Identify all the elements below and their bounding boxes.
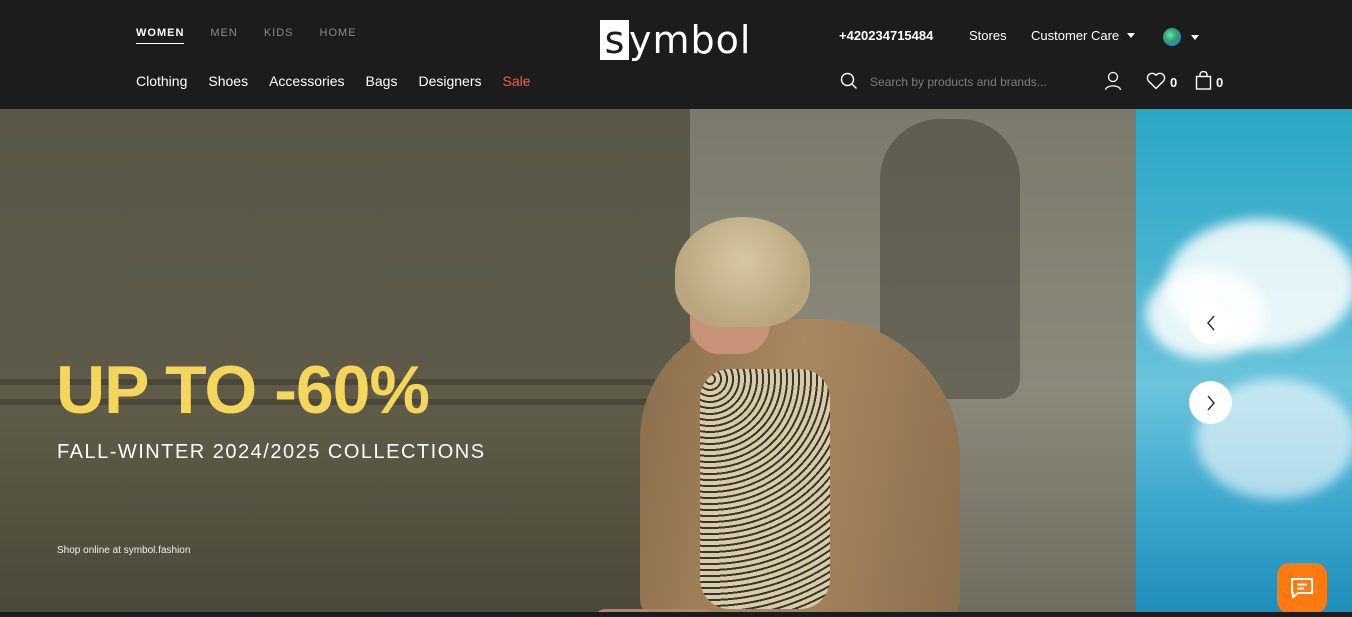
nav-bags[interactable]: Bags [366, 73, 398, 89]
site-header: WOMEN MEN KIDS HOME Clothing Shoes Acces… [0, 0, 1352, 109]
bag-count: 0 [1216, 75, 1224, 90]
logo-box-letter: s [600, 20, 629, 60]
tab-men[interactable]: MEN [210, 27, 237, 44]
search-input[interactable] [870, 72, 1080, 92]
carousel-prev-button[interactable] [1189, 301, 1232, 344]
customer-care-menu[interactable]: Customer Care [1031, 28, 1136, 43]
logo-text: ymbol [629, 18, 752, 62]
chat-button[interactable] [1277, 563, 1327, 613]
heart-icon [1146, 72, 1166, 89]
nav-sale[interactable]: Sale [503, 73, 531, 89]
gender-tabs: WOMEN MEN KIDS HOME [136, 27, 357, 44]
stores-link[interactable]: Stores [969, 28, 1007, 43]
wishlist-button[interactable]: 0 [1146, 71, 1177, 90]
chevron-down-icon [1127, 33, 1136, 38]
tab-women[interactable]: WOMEN [136, 27, 185, 44]
page-bottom-strip [0, 612, 1352, 617]
chevron-down-icon [1191, 34, 1199, 40]
globe-icon [1163, 28, 1181, 46]
tab-kids[interactable]: KIDS [264, 27, 294, 44]
phone-link[interactable]: +420234715484 [839, 28, 933, 43]
nav-shoes[interactable]: Shoes [208, 73, 248, 89]
chevron-left-icon [1206, 315, 1215, 330]
language-selector[interactable] [1163, 28, 1199, 46]
search-icon[interactable] [840, 72, 858, 90]
next-slide-preview[interactable] [1136, 109, 1352, 612]
hero-model-hat [675, 217, 810, 327]
category-nav: Clothing Shoes Accessories Bags Designer… [136, 73, 531, 89]
account-button[interactable] [1104, 71, 1122, 91]
hero-note: Shop online at symbol.fashion [57, 545, 191, 556]
user-icon [1104, 71, 1122, 91]
chat-icon [1291, 578, 1313, 598]
site-logo[interactable]: s ymbol [600, 20, 751, 60]
shopping-bag-icon [1195, 71, 1212, 90]
hero-banner[interactable]: UP TO -60% FALL-WINTER 2024/2025 COLLECT… [0, 109, 1136, 612]
hero-subtitle: FALL-WINTER 2024/2025 COLLECTIONS [57, 441, 486, 463]
nav-designers[interactable]: Designers [418, 73, 481, 89]
wishlist-count: 0 [1170, 75, 1178, 90]
bag-button[interactable]: 0 [1195, 71, 1223, 90]
nav-accessories[interactable]: Accessories [269, 73, 344, 89]
nav-clothing[interactable]: Clothing [136, 73, 187, 89]
hero-model-sweater [700, 369, 830, 609]
carousel-next-button[interactable] [1189, 381, 1232, 424]
chevron-right-icon [1206, 395, 1215, 410]
hero-title: UP TO -60% [56, 352, 430, 428]
customer-care-label: Customer Care [1031, 28, 1120, 43]
tab-home[interactable]: HOME [320, 27, 357, 44]
